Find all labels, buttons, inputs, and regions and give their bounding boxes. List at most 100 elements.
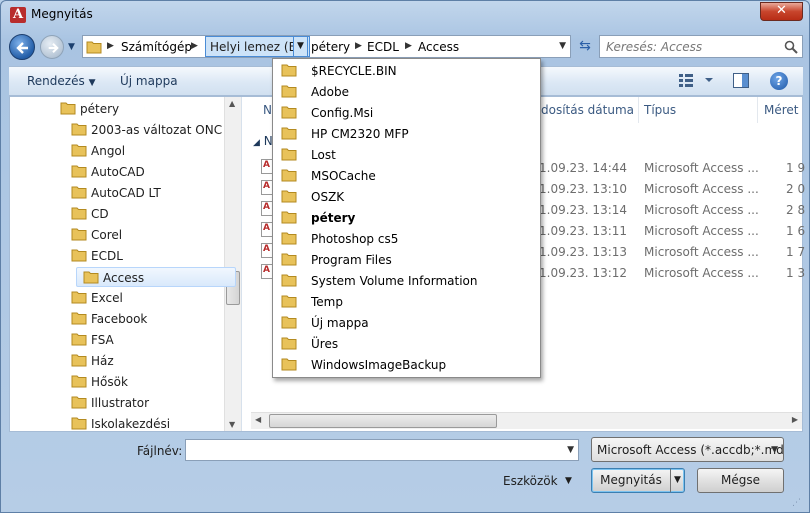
dropdown-folder-item[interactable]: Config.Msi — [273, 102, 540, 123]
breadcrumb-ecdl[interactable]: ECDL — [367, 40, 399, 54]
help-icon[interactable]: ? — [770, 72, 788, 90]
dropdown-folder-item[interactable]: Üres — [273, 333, 540, 354]
dropdown-folder-item[interactable]: System Volume Information — [273, 270, 540, 291]
view-list-icon — [679, 74, 713, 87]
file-size: 1 6 — [786, 224, 806, 238]
folder-icon — [281, 274, 297, 287]
folder-icon — [71, 123, 87, 136]
folder-icon — [86, 41, 102, 54]
chevron-down-icon: ▼ — [771, 445, 778, 455]
file-type: Microsoft Access ... — [644, 182, 759, 196]
breadcrumb-separator-icon[interactable]: ▶ — [405, 41, 412, 51]
address-bar[interactable]: ▶ Számítógép ▶ Helyi lemez (E:) ▼ pétery… — [82, 35, 571, 58]
folder-icon — [60, 102, 76, 115]
breadcrumb-computer[interactable]: Számítógép — [121, 40, 192, 54]
file-type-filter-select[interactable]: Microsoft Access (*.accdb;*.mdb ▼ — [591, 437, 784, 462]
back-button[interactable] — [9, 34, 35, 60]
navigation-pane-scrollbar[interactable]: ▲ ▼ — [224, 97, 241, 431]
folder-icon — [281, 106, 297, 119]
dropdown-folder-label: pétery — [311, 211, 356, 225]
dropdown-folder-label: HP CM2320 MFP — [311, 127, 409, 141]
dropdown-folder-item[interactable]: Új mappa — [273, 312, 540, 333]
folder-icon — [281, 316, 297, 329]
search-input[interactable]: Keresés: Access — [599, 35, 803, 58]
new-folder-button[interactable]: Új mappa — [120, 74, 178, 88]
dropdown-folder-item[interactable]: Program Files — [273, 249, 540, 270]
breadcrumb-dropdown-button[interactable]: ▼ — [293, 36, 308, 57]
breadcrumb-access[interactable]: Access — [418, 40, 459, 54]
dropdown-folder-item[interactable]: MSOCache — [273, 165, 540, 186]
dropdown-folder-label: Új mappa — [311, 316, 369, 330]
breadcrumb-separator-icon[interactable]: ▶ — [191, 41, 198, 51]
file-list-horizontal-scrollbar[interactable]: ◀ ▶ — [251, 412, 802, 429]
chevron-down-icon[interactable]: ▼ — [567, 445, 574, 455]
scroll-down-icon[interactable]: ▼ — [229, 420, 235, 429]
dropdown-folder-item[interactable]: Adobe — [273, 81, 540, 102]
scroll-right-icon[interactable]: ▶ — [792, 415, 798, 424]
nav-tree-item-label: AutoCAD LT — [91, 186, 161, 200]
open-button-label: Megnyitás — [600, 473, 662, 487]
breadcrumb-separator-icon[interactable]: ▶ — [107, 41, 114, 51]
open-options-dropdown-icon[interactable]: ▼ — [670, 469, 684, 492]
nav-tree-item-label: Corel — [91, 228, 123, 242]
cancel-button[interactable]: Mégse — [697, 468, 784, 493]
refresh-icon[interactable]: ⇆ — [574, 35, 596, 58]
preview-pane-icon[interactable] — [733, 73, 749, 88]
dropdown-folder-item[interactable]: Lost — [273, 144, 540, 165]
nav-tree-item-label: Access — [103, 271, 145, 285]
folder-icon — [281, 127, 297, 140]
column-header-size[interactable]: Méret — [764, 103, 799, 117]
folder-icon — [281, 85, 297, 98]
breadcrumb-separator-icon[interactable]: ▶ — [355, 41, 362, 51]
column-header-date[interactable]: dosítás dátuma — [541, 103, 634, 117]
scrollbar-thumb[interactable] — [269, 414, 497, 428]
folder-icon — [71, 354, 87, 367]
scroll-up-icon[interactable]: ▲ — [229, 99, 235, 108]
dropdown-folder-item[interactable]: Photoshop cs5 — [273, 228, 540, 249]
column-header-type[interactable]: Típus — [644, 103, 676, 117]
filename-input[interactable]: ▼ — [185, 439, 579, 461]
open-dialog-window: A Megnyitás ✕ ▼ ▶ Számítógép ▶ Helyi lem… — [0, 0, 810, 513]
forward-button[interactable] — [40, 35, 64, 59]
folder-icon — [71, 396, 87, 409]
breadcrumb-folder-dropdown: $RECYCLE.BIN Adobe Config.Msi HP CM2320 MFP… — [272, 58, 541, 378]
organize-button[interactable]: Rendezés ▼ — [27, 74, 95, 88]
dropdown-folder-item[interactable]: Temp — [273, 291, 540, 312]
folder-icon — [71, 291, 87, 304]
dropdown-folder-item[interactable]: HP CM2320 MFP — [273, 123, 540, 144]
nav-tree-item-label: Facebook — [91, 312, 148, 326]
file-date: 1.09.23. 13:10 — [539, 182, 628, 196]
breadcrumb-petery[interactable]: pétery — [311, 40, 350, 54]
dropdown-folder-item[interactable]: $RECYCLE.BIN — [273, 60, 540, 81]
column-separator[interactable] — [757, 97, 758, 123]
dropdown-folder-item[interactable]: pétery — [273, 207, 540, 228]
address-history-dropdown-icon[interactable]: ▼ — [559, 41, 566, 51]
column-separator[interactable] — [638, 97, 639, 123]
dropdown-folder-label: Config.Msi — [311, 106, 374, 120]
nav-tree-item[interactable]: Access — [76, 267, 236, 287]
change-view-button[interactable] — [679, 73, 713, 90]
search-icon[interactable] — [784, 40, 798, 54]
nav-tree-item-label: Iskolakezdési — [91, 417, 171, 431]
scroll-left-icon[interactable]: ◀ — [255, 415, 261, 424]
tools-button[interactable]: Eszközök — [503, 474, 558, 488]
file-type: Microsoft Access ... — [644, 266, 759, 280]
arrow-left-icon — [16, 42, 28, 54]
dialog-footer: Fájlnév: ▼ Microsoft Access (*.accdb;*.m… — [9, 432, 803, 510]
nav-tree-item-label: 2003-as változat ONC — [91, 123, 223, 137]
open-button[interactable]: Megnyitás ▼ — [591, 468, 685, 493]
close-button[interactable]: ✕ — [760, 2, 803, 21]
folder-icon — [71, 165, 87, 178]
file-type: Microsoft Access ... — [644, 203, 759, 217]
resize-grip-icon[interactable]: ⋰ — [792, 498, 801, 508]
group-header[interactable]: ◢ N — [253, 134, 273, 148]
folder-icon — [71, 417, 87, 430]
access-app-icon: A — [10, 7, 26, 23]
column-header-name[interactable]: N — [263, 103, 272, 117]
chevron-down-icon[interactable]: ▼ — [565, 476, 572, 486]
history-dropdown-icon[interactable]: ▼ — [68, 42, 75, 52]
chevron-down-icon: ▼ — [88, 78, 96, 88]
folder-icon — [71, 375, 87, 388]
dropdown-folder-item[interactable]: OSZK — [273, 186, 540, 207]
dropdown-folder-item[interactable]: WindowsImageBackup — [273, 354, 540, 375]
